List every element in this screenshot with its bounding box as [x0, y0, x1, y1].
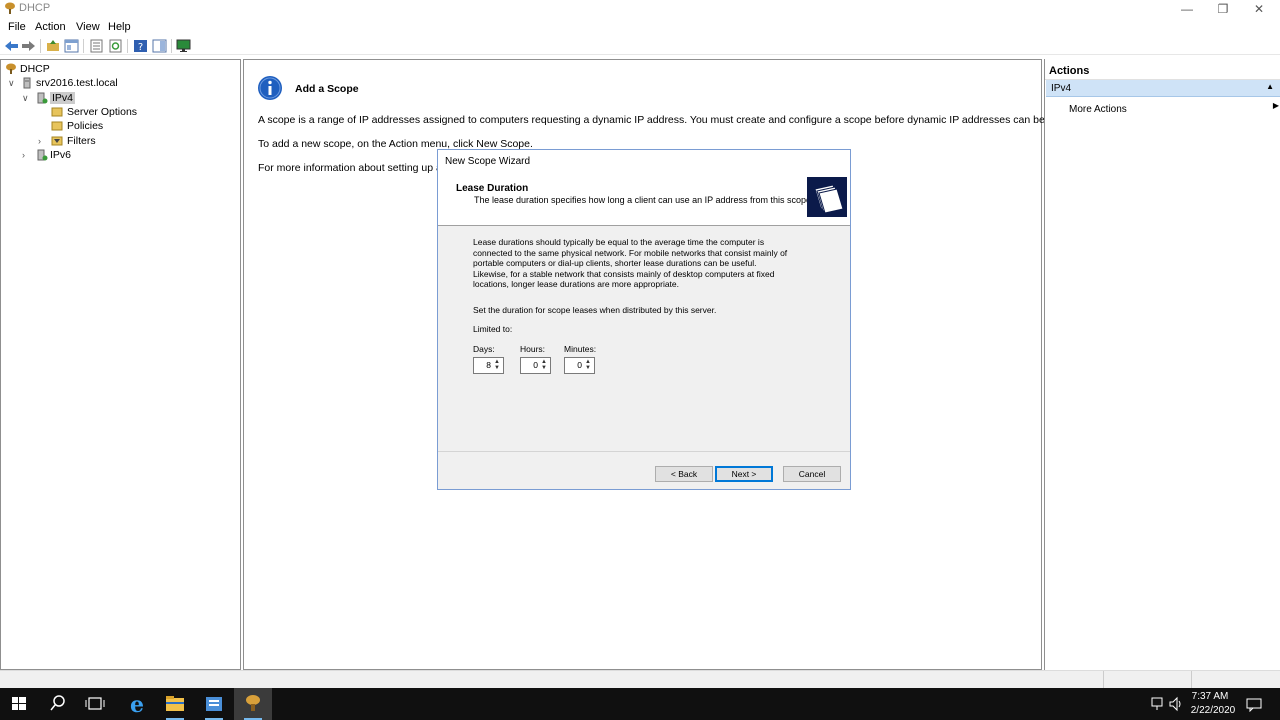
- back-button[interactable]: < Back: [655, 466, 713, 482]
- minutes-value[interactable]: 0: [577, 360, 582, 370]
- spin-arrows-icon[interactable]: ▲ ▼: [583, 359, 593, 372]
- cancel-button[interactable]: Cancel: [783, 466, 841, 482]
- menu-bar: File Action View Help: [0, 18, 1280, 36]
- taskbar: e 7:37 AM 2/22/2020: [0, 688, 1280, 720]
- lease-explanation-line: portable computers or dial-up clients, s…: [473, 258, 757, 268]
- action-pane-icon[interactable]: [152, 39, 167, 53]
- start-windows-icon[interactable]: [0, 688, 38, 720]
- days-value[interactable]: 8: [486, 360, 491, 370]
- expand-chevron-icon[interactable]: ›: [22, 148, 32, 162]
- expand-chevron-icon[interactable]: ›: [38, 134, 48, 148]
- restore-button[interactable]: ❐: [1206, 0, 1240, 18]
- new-scope-wizard-dialog: New Scope Wizard Lease Duration The leas…: [437, 149, 851, 490]
- ipv4-icon: [37, 92, 48, 104]
- forward-arrow-icon[interactable]: [21, 39, 36, 53]
- task-view-icon[interactable]: [76, 688, 114, 720]
- wizard-folders-icon: [807, 177, 847, 217]
- ipv6-icon: [37, 149, 48, 161]
- actions-section-ipv4[interactable]: IPv4 ▲: [1046, 80, 1280, 97]
- svg-text:?: ?: [138, 42, 143, 53]
- window-title: DHCP: [19, 2, 51, 14]
- wizard-step-description: The lease duration specifies how long a …: [474, 195, 814, 205]
- wizard-body: Lease durations should typically be equa…: [438, 227, 850, 451]
- close-button[interactable]: ✕: [1242, 0, 1276, 18]
- filter-icon: [51, 136, 63, 146]
- minutes-label: Minutes:: [564, 344, 597, 354]
- search-icon[interactable]: [38, 688, 76, 720]
- tree-label-policies: Policies: [67, 120, 104, 132]
- days-spinner[interactable]: 8 ▲ ▼: [473, 357, 504, 374]
- hours-value[interactable]: 0: [533, 360, 538, 370]
- show-hide-tree-icon[interactable]: [64, 39, 79, 53]
- wizard-header: Lease Duration The lease duration specif…: [438, 174, 850, 226]
- tree-label-ipv4: IPv4: [50, 92, 76, 104]
- days-label: Days:: [473, 344, 495, 354]
- tray-time[interactable]: 7:37 AM: [1188, 691, 1232, 702]
- wizard-step-title: Lease Duration: [456, 183, 529, 194]
- more-actions-item[interactable]: More Actions ▶: [1069, 101, 1279, 115]
- tree-label-ipv6: IPv6: [50, 149, 72, 161]
- tray-date[interactable]: 2/22/2020: [1188, 705, 1238, 716]
- properties-icon[interactable]: [89, 39, 104, 53]
- actions-header: Actions: [1045, 63, 1280, 80]
- server-options-icon: [51, 107, 63, 117]
- info-icon: [258, 76, 282, 100]
- network-icon[interactable]: [1149, 696, 1165, 712]
- dhcp-app-icon: [5, 2, 15, 14]
- scope-description: A scope is a range of IP addresses assig…: [258, 114, 1093, 126]
- tree-label-server-options: Server Options: [67, 106, 138, 118]
- svg-text:e: e: [130, 692, 144, 718]
- refresh-icon[interactable]: [108, 39, 123, 53]
- wizard-footer: < Back Next > Cancel: [438, 451, 850, 489]
- back-arrow-icon[interactable]: [4, 39, 19, 53]
- tree-label-server: srv2016.test.local: [36, 77, 118, 89]
- tree-label-filters: Filters: [67, 135, 96, 147]
- more-info-text: For more information about setting up a …: [258, 162, 453, 174]
- minutes-spinner[interactable]: 0 ▲ ▼: [564, 357, 595, 374]
- collapse-arrow-icon[interactable]: ▲: [1266, 82, 1274, 91]
- lease-explanation-line: Lease durations should typically be equa…: [473, 237, 765, 247]
- set-duration-text: Set the duration for scope leases when d…: [473, 305, 717, 315]
- spin-arrows-icon[interactable]: ▲ ▼: [539, 359, 549, 372]
- expand-chevron-icon[interactable]: ∨: [8, 76, 18, 90]
- server-manager-icon[interactable]: [195, 688, 233, 720]
- status-bar: [0, 670, 1280, 688]
- lease-explanation-line: connected to the same physical network. …: [473, 247, 788, 258]
- toolbar: ?: [0, 37, 1280, 55]
- menu-action[interactable]: Action: [35, 21, 66, 33]
- expand-chevron-icon[interactable]: ∨: [22, 91, 32, 105]
- tree-label-dhcp: DHCP: [20, 63, 50, 75]
- dhcp-icon: [6, 63, 16, 74]
- title-bar: DHCP — ❐ ✕: [0, 0, 1280, 18]
- menu-help[interactable]: Help: [108, 21, 131, 33]
- internet-explorer-icon[interactable]: e: [118, 688, 156, 720]
- monitor-icon[interactable]: [176, 39, 191, 53]
- help-icon[interactable]: ?: [133, 39, 148, 53]
- tree-pane: DHCP ∨ srv2016.test.local ∨ IPv4 Server …: [0, 59, 241, 670]
- dhcp-taskbar-icon[interactable]: [234, 688, 272, 720]
- actions-pane: Actions IPv4 ▲ More Actions ▶: [1044, 59, 1280, 670]
- page-heading: Add a Scope: [295, 83, 359, 95]
- more-actions-label: More Actions: [1069, 104, 1127, 115]
- policies-icon: [51, 121, 63, 131]
- server-icon: [23, 77, 31, 89]
- volume-icon[interactable]: [1168, 696, 1184, 712]
- hours-spinner[interactable]: 0 ▲ ▼: [520, 357, 551, 374]
- next-button[interactable]: Next >: [715, 466, 773, 482]
- spin-arrows-icon[interactable]: ▲ ▼: [492, 359, 502, 372]
- actions-section-label: IPv4: [1051, 83, 1072, 94]
- hours-label: Hours:: [520, 344, 546, 354]
- notifications-icon[interactable]: [1246, 696, 1262, 712]
- up-folder-icon[interactable]: [46, 39, 61, 53]
- menu-view[interactable]: View: [76, 21, 100, 33]
- wizard-title: New Scope Wizard: [438, 150, 850, 174]
- menu-file[interactable]: File: [8, 21, 26, 33]
- lease-explanation: Lease durations should typically be equa…: [473, 237, 787, 290]
- file-explorer-icon[interactable]: [156, 688, 194, 720]
- limited-to-label: Limited to:: [473, 324, 513, 334]
- minimize-button[interactable]: —: [1170, 0, 1204, 18]
- lease-explanation-line: Likewise, for a stable network that cons…: [473, 268, 775, 279]
- submenu-arrow-icon: ▶: [1272, 101, 1279, 110]
- lease-explanation-line: locations, longer lease durations are mo…: [473, 279, 680, 289]
